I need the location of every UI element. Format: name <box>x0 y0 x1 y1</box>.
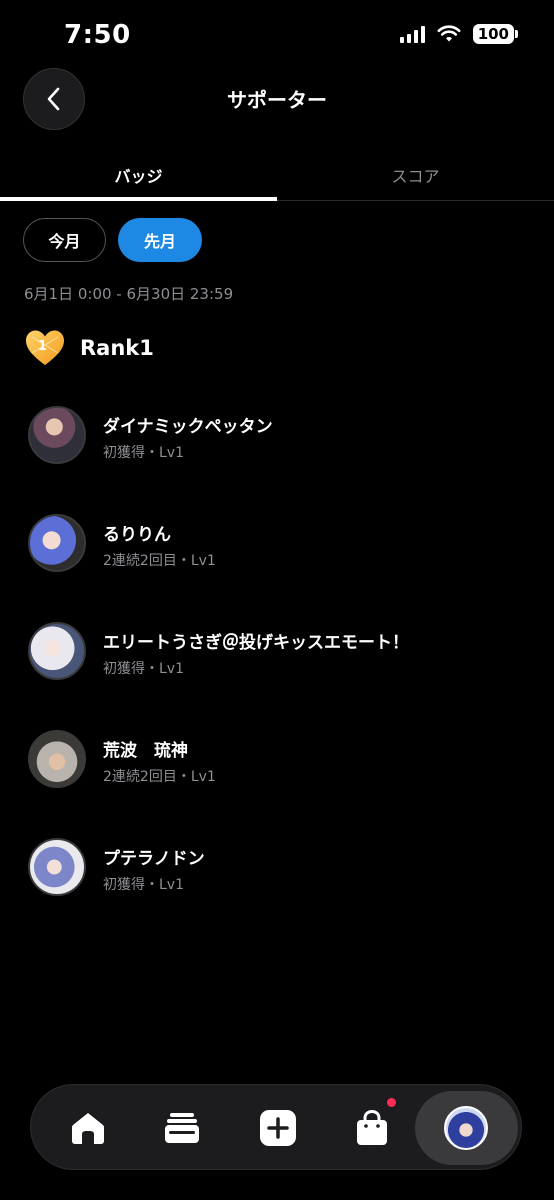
profile-avatar <box>444 1106 488 1150</box>
supporter-status: 2連続2回目・Lv1 <box>103 769 216 785</box>
battery-level: 100 <box>472 24 514 44</box>
header: サポーター <box>0 68 554 130</box>
supporter-name: 荒波 琉神 <box>103 741 188 761</box>
profile-button[interactable] <box>431 1085 501 1171</box>
list-item[interactable]: 荒波 琉神 2連続2回目・Lv1 <box>28 730 528 838</box>
avatar <box>28 622 86 680</box>
avatar <box>28 406 86 464</box>
supporter-name: るりりん <box>103 525 171 545</box>
rank-badge-number: 1 <box>38 339 47 354</box>
notification-dot <box>387 1098 396 1107</box>
list-item[interactable]: るりりん 2連続2回目・Lv1 <box>28 514 528 622</box>
tab-bar: バッジ スコア <box>0 150 554 201</box>
supporter-status: 初獲得・Lv1 <box>103 877 184 893</box>
rank-header: 1 Rank1 <box>24 328 154 368</box>
heart-badge-icon: 1 <box>26 330 64 365</box>
shop-bag-icon <box>357 1110 387 1145</box>
page-title: サポーター <box>227 88 327 112</box>
date-range: 6月1日 0:00 - 6月30日 23:59 <box>24 285 234 303</box>
tab-badge[interactable]: バッジ <box>0 150 277 200</box>
tab-score[interactable]: スコア <box>277 150 554 200</box>
rank-label: Rank1 <box>80 336 154 360</box>
list-item[interactable]: ダイナミックペッタン 初獲得・Lv1 <box>28 406 528 514</box>
wifi-icon <box>437 25 461 42</box>
avatar <box>28 730 86 788</box>
supporter-status: 初獲得・Lv1 <box>103 445 184 461</box>
supporter-name: ダイナミックペッタン <box>103 417 273 437</box>
cellular-signal-icon <box>399 25 425 43</box>
status-icons: 100 <box>399 24 518 44</box>
list-item[interactable]: プテラノドン 初獲得・Lv1 <box>28 838 528 946</box>
home-button[interactable] <box>53 1085 123 1171</box>
period-selector: 今月 先月 <box>23 218 202 262</box>
last-month-button[interactable]: 先月 <box>118 218 202 262</box>
supporter-name: プテラノドン <box>103 849 205 869</box>
bottom-nav <box>30 1084 522 1170</box>
this-month-button[interactable]: 今月 <box>23 218 106 262</box>
supporter-list: ダイナミックペッタン 初獲得・Lv1 るりりん 2連続2回目・Lv1 エリートう… <box>28 406 528 946</box>
list-item[interactable]: エリートうさぎ＠投げキッスエモート！ 初獲得・Lv1 <box>28 622 528 730</box>
plus-icon <box>260 1110 296 1146</box>
supporter-status: 2連続2回目・Lv1 <box>103 553 216 569</box>
battery-icon: 100 <box>472 24 518 44</box>
create-button[interactable] <box>243 1085 313 1171</box>
status-time: 7:50 <box>64 20 131 50</box>
feed-button[interactable] <box>147 1085 217 1171</box>
avatar <box>28 838 86 896</box>
stack-icon <box>165 1113 199 1143</box>
tab-indicator <box>0 197 277 201</box>
shop-button[interactable] <box>337 1085 407 1171</box>
supporter-status: 初獲得・Lv1 <box>103 661 184 677</box>
supporter-name: エリートうさぎ＠投げキッスエモート！ <box>103 633 409 653</box>
status-bar: 7:50 100 <box>0 0 554 70</box>
home-icon <box>72 1113 104 1144</box>
avatar <box>28 514 86 572</box>
